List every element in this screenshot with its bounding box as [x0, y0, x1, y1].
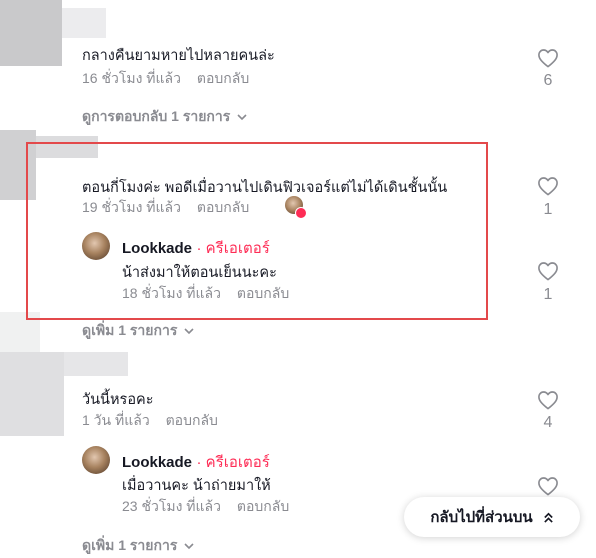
reply-text: เมื่อวานคะ น้าถ่ายมาให้ — [122, 478, 271, 494]
redacted-username — [62, 8, 106, 38]
comment-text: วันนี้หรอคะ — [82, 392, 154, 408]
reply-button[interactable]: ตอบกลับ — [237, 498, 289, 514]
heart-icon[interactable] — [537, 261, 559, 281]
reply-username[interactable]: Lookkade — [122, 240, 192, 257]
redacted-username — [64, 352, 128, 376]
double-chevron-up-icon — [543, 512, 553, 523]
reply-time: 18 ชั่วโมง ที่แล้ว — [122, 285, 221, 301]
comment-time: 19 ชั่วโมง ที่แล้ว — [82, 199, 181, 215]
chevron-down-icon — [184, 328, 194, 335]
reply-meta: 23 ชั่วโมง ที่แล้ว ตอบกลับ — [122, 496, 289, 518]
heart-icon[interactable] — [537, 476, 559, 496]
reply-time: 23 ชั่วโมง ที่แล้ว — [122, 498, 221, 514]
reply-button[interactable]: ตอบกลับ — [166, 412, 218, 428]
like-count: 1 — [543, 201, 553, 218]
reply-text: น้าส่งมาให้ตอนเย็นนะคะ — [122, 265, 277, 281]
reply-header: Lookkade · ครีเอเตอร์ — [122, 236, 270, 260]
like-count: 6 — [543, 72, 553, 89]
view-replies-button[interactable]: ดูการตอบกลับ 1 รายการ — [82, 106, 248, 128]
like-count: 4 — [543, 414, 553, 431]
reply-button[interactable]: ตอบกลับ — [237, 285, 289, 301]
avatar[interactable] — [82, 446, 110, 474]
redacted-avatar — [0, 0, 62, 66]
reply-button[interactable]: ตอบกลับ — [197, 70, 249, 86]
creator-badge: · ครีเอเตอร์ — [196, 454, 270, 471]
comment-text: ตอนกี่โมงค่ะ พอดีเมื่อวานไปเดินฟิวเจอร์แ… — [82, 180, 448, 196]
comment-time: 1 วัน ที่แล้ว — [82, 412, 150, 428]
reply-button[interactable]: ตอบกลับ — [197, 199, 249, 215]
comment-meta: 16 ชั่วโมง ที่แล้ว ตอบกลับ — [82, 68, 249, 90]
view-more-button[interactable]: ดูเพิ่ม 1 รายการ — [82, 535, 195, 557]
like-count: 1 — [543, 286, 553, 303]
reply-meta: 18 ชั่วโมง ที่แล้ว ตอบกลับ — [122, 283, 289, 305]
chevron-down-icon — [237, 114, 247, 121]
view-more-label: ดูเพิ่ม 1 รายการ — [82, 322, 178, 338]
heart-icon[interactable] — [537, 390, 559, 410]
comment-meta: 1 วัน ที่แล้ว ตอบกลับ — [82, 410, 218, 432]
view-more-button[interactable]: ดูเพิ่ม 1 รายการ — [82, 320, 195, 342]
reply-username[interactable]: Lookkade — [122, 454, 192, 471]
redacted-avatar — [0, 352, 64, 436]
creator-badge: · ครีเอเตอร์ — [196, 240, 270, 257]
comment-meta: 19 ชั่วโมง ที่แล้ว ตอบกลับ — [82, 197, 249, 219]
heart-icon[interactable] — [537, 48, 559, 68]
chevron-down-icon — [184, 543, 194, 550]
view-more-label: ดูเพิ่ม 1 รายการ — [82, 537, 178, 553]
back-to-top-button[interactable]: กลับไปที่ส่วนบน — [404, 497, 580, 537]
reply-header: Lookkade · ครีเอเตอร์ — [122, 450, 270, 474]
comment-text: กลางคืนยามหายไปหลายคนล่ะ — [82, 48, 275, 64]
avatar[interactable] — [82, 232, 110, 260]
view-replies-label: ดูการตอบกลับ 1 รายการ — [82, 108, 231, 124]
heart-icon[interactable] — [537, 176, 559, 196]
liked-heart-badge — [295, 207, 307, 219]
comment-time: 16 ชั่วโมง ที่แล้ว — [82, 70, 181, 86]
back-to-top-label: กลับไปที่ส่วนบน — [430, 509, 533, 526]
